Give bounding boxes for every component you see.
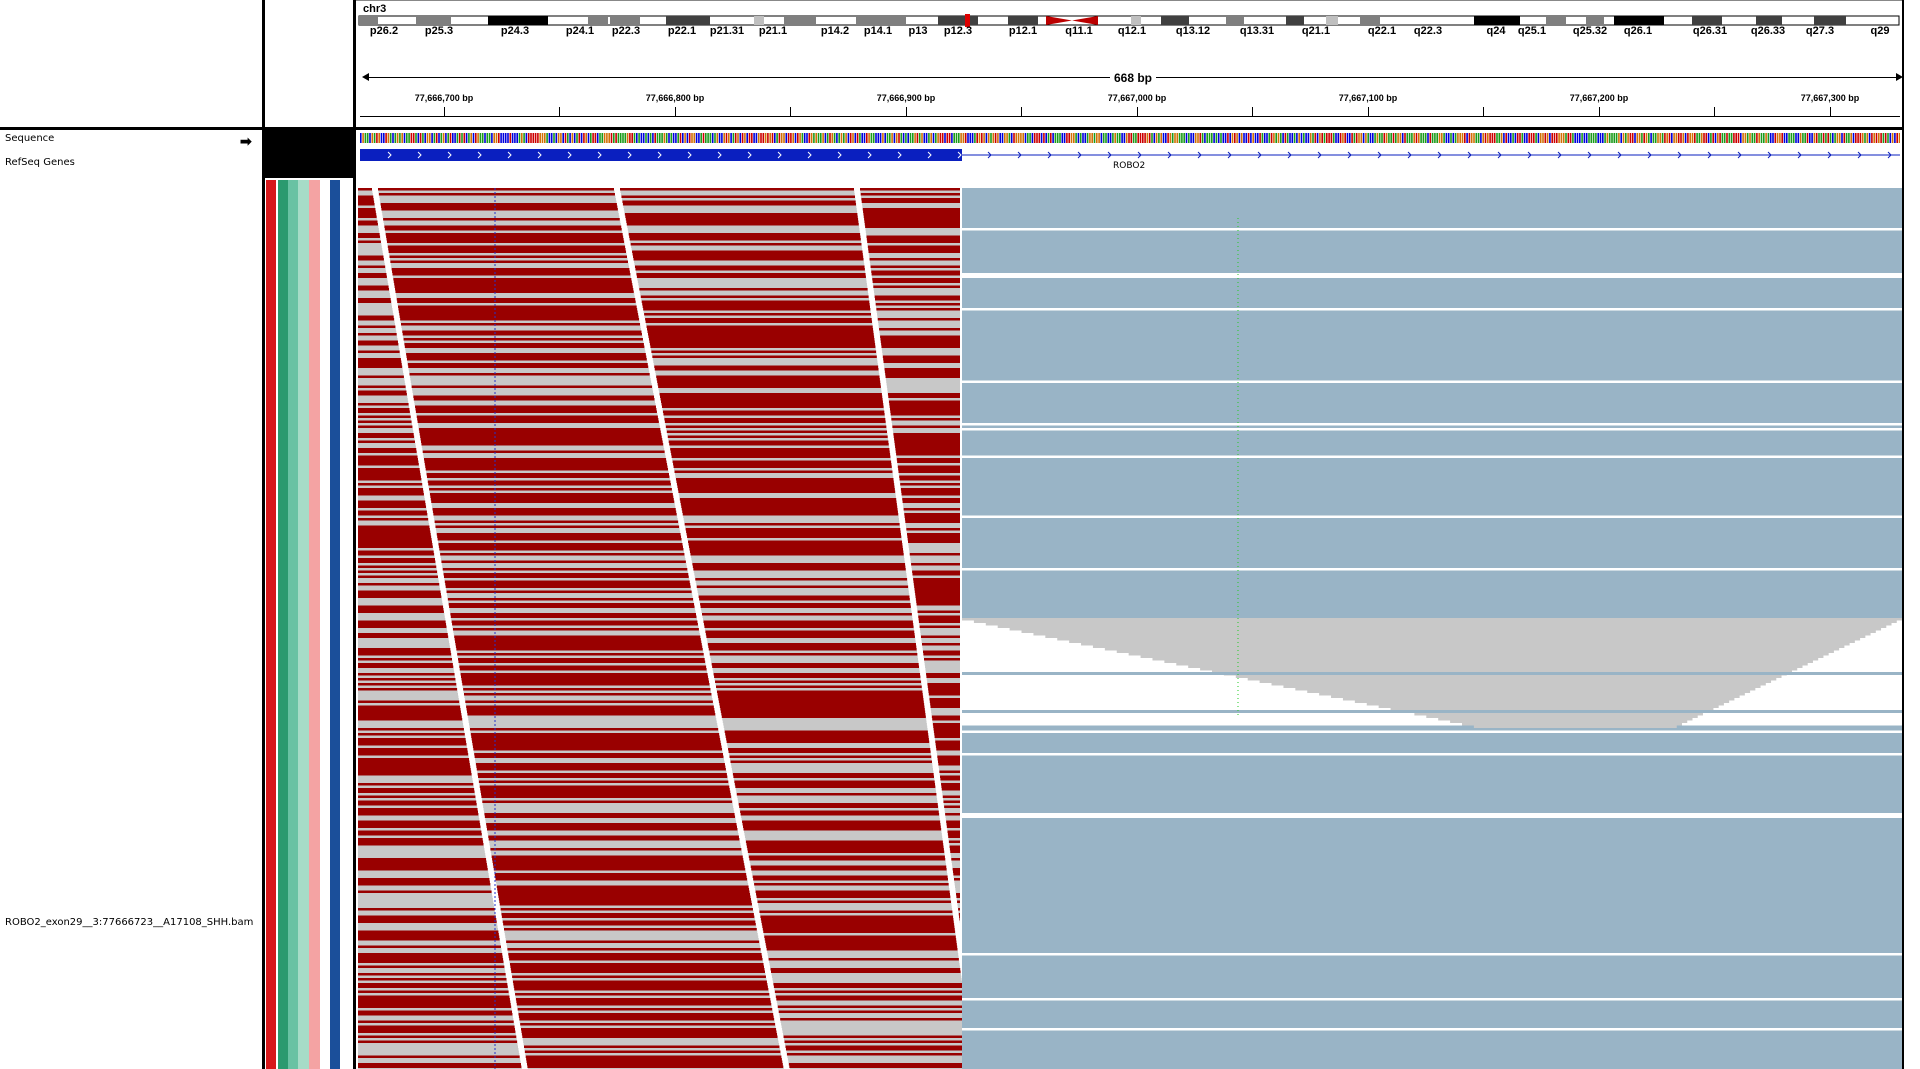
cytoband-label: p22.1 <box>667 25 697 37</box>
cytoband-label: p24.3 <box>500 25 530 37</box>
cytoband-label: q24 <box>1486 25 1506 37</box>
span-right-arrow-icon <box>1896 73 1903 81</box>
ruler-tick-label: 77,667,100 bp <box>1338 93 1398 103</box>
ruler-tick <box>444 107 445 116</box>
attribute-column[interactable] <box>330 180 340 1069</box>
cytoband-label: p24.1 <box>565 25 595 37</box>
cytoband-label: p13 <box>908 25 928 37</box>
span-label: 668 bp <box>1110 71 1157 85</box>
cytoband-label: p25.3 <box>424 25 454 37</box>
ruler-tick <box>1830 107 1831 116</box>
sequence-track-label[interactable]: Sequence <box>5 133 54 144</box>
attribute-column[interactable] <box>309 180 320 1069</box>
ruler-tick-label: 77,667,300 bp <box>1800 93 1860 103</box>
alignment-track[interactable] <box>358 188 1902 1069</box>
ruler-tick <box>559 107 560 116</box>
cytoband-label: q13.12 <box>1175 25 1211 37</box>
cytoband-label: q13.31 <box>1239 25 1275 37</box>
ruler-tick <box>1137 107 1138 116</box>
attribute-column[interactable] <box>288 180 298 1069</box>
cytoband-label: p12.1 <box>1008 25 1038 37</box>
attribute-panel-border <box>353 0 356 1069</box>
cytoband-label: q21.1 <box>1301 25 1331 37</box>
cytoband-label: q22.1 <box>1367 25 1397 37</box>
cytoband-label: q26.33 <box>1750 25 1786 37</box>
ruler-tick <box>1599 107 1600 116</box>
cytoband-label: q25.32 <box>1572 25 1608 37</box>
cytoband-label: q25.1 <box>1517 25 1547 37</box>
attribute-column[interactable] <box>320 180 330 1069</box>
ruler-tick <box>906 107 907 116</box>
ruler-tick <box>790 107 791 116</box>
ruler-tick <box>675 107 676 116</box>
ruler-tick-label: 77,666,700 bp <box>414 93 474 103</box>
cytoband-label: p14.2 <box>820 25 850 37</box>
data-panel-right-border <box>1902 0 1904 1069</box>
cytoband-label: p26.2 <box>369 25 399 37</box>
ideogram-top-border <box>356 0 1902 1</box>
alignment-track-label[interactable]: ROBO2_exon29__3:77666723__A17108_SHH.bam <box>5 917 253 928</box>
attribute-column[interactable] <box>298 180 309 1069</box>
cytoband-label: p21.31 <box>709 25 745 37</box>
cytoband-label: q26.1 <box>1623 25 1653 37</box>
cytoband-label: p21.1 <box>758 25 788 37</box>
sequence-track[interactable] <box>360 133 1900 143</box>
cytoband-label: p22.3 <box>611 25 641 37</box>
cytoband-label: p12.3 <box>943 25 973 37</box>
ruler-tick-label: 77,666,800 bp <box>645 93 705 103</box>
ruler-tick-label: 77,666,900 bp <box>876 93 936 103</box>
cytoband-label: q12.1 <box>1117 25 1147 37</box>
span-left-arrow-icon <box>362 73 369 81</box>
ruler-tick <box>1021 107 1022 116</box>
attribute-column[interactable] <box>278 180 288 1069</box>
gene-name-label: ROBO2 <box>1113 161 1146 171</box>
cytoband-label: q26.31 <box>1692 25 1728 37</box>
ruler-baseline <box>360 116 1900 117</box>
ruler-tick <box>1368 107 1369 116</box>
strand-arrow-icon[interactable]: ➡ <box>240 133 252 150</box>
ruler-tick-label: 77,667,200 bp <box>1569 93 1629 103</box>
attribute-column[interactable] <box>266 180 276 1069</box>
ruler-tick <box>1483 107 1484 116</box>
ruler-tick <box>1252 107 1253 116</box>
cytoband-label: q27.3 <box>1805 25 1835 37</box>
refseq-track-label[interactable]: RefSeq Genes <box>5 157 75 168</box>
cytoband-label: q22.3 <box>1413 25 1443 37</box>
cytoband-label: q29 <box>1870 25 1890 37</box>
attribute-header-block <box>265 130 353 178</box>
ruler-tick-label: 77,667,000 bp <box>1107 93 1167 103</box>
cytoband-label: p14.1 <box>863 25 893 37</box>
ruler-tick <box>1714 107 1715 116</box>
cytoband-label: q11.1 <box>1065 25 1093 37</box>
